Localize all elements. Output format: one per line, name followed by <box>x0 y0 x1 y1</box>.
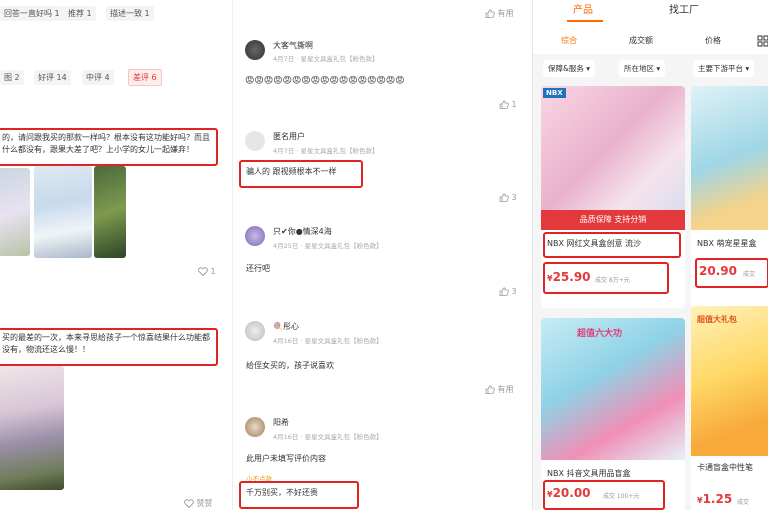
like-count: 1 <box>511 100 517 109</box>
product-title[interactable]: NBX 萌宠星星盒 <box>697 238 757 249</box>
tag-chip[interactable]: 描述一致 1 <box>106 6 154 21</box>
image-headline: 超值六大功 <box>577 329 623 339</box>
product-sold: 成交 <box>743 271 756 278</box>
image-headline: 超值大礼包 <box>697 315 737 324</box>
tag-chip[interactable]: 回答一直好吗 1 <box>0 6 64 21</box>
filter-platform[interactable]: 主要下游平台 ▾ <box>693 60 755 77</box>
thumbs-up-icon <box>485 9 495 18</box>
review-meta: 4月16日 · 星星文具盒礼包【粉色款】 <box>273 337 383 345</box>
like-button[interactable]: 赞赞 <box>184 498 213 509</box>
filter-chip-neutral[interactable]: 中评 4 <box>82 70 114 85</box>
thumbs-up-icon <box>499 193 509 202</box>
heart-icon <box>198 267 208 277</box>
product-price: 20.90 <box>699 264 737 278</box>
thumbs-up-icon <box>485 385 495 394</box>
tag-chip[interactable]: 推荐 1 <box>64 6 96 21</box>
like-button[interactable]: 有用 <box>485 8 514 19</box>
reviewer-name[interactable]: 匿名用户 <box>273 131 305 142</box>
left-review-panel: 回答一直好吗 1 推荐 1 描述一致 1 图 2 好评 14 中评 4 差评 6… <box>0 0 230 510</box>
like-count: 1 <box>210 267 216 276</box>
like-label: 有用 <box>497 9 514 18</box>
like-button[interactable]: 3 <box>499 287 517 296</box>
tab-find-factory[interactable]: 找工厂 <box>669 1 699 16</box>
avatar[interactable] <box>245 40 265 60</box>
review-text: 买的最差的一次，本来寻思给孩子一个惊喜结果什么功能都没有，物流还这么慢！！ <box>2 333 210 354</box>
review-photo[interactable] <box>0 366 64 490</box>
product-image[interactable] <box>541 318 685 460</box>
like-label: 赞赞 <box>196 499 213 508</box>
avatar[interactable] <box>245 226 265 246</box>
product-title[interactable]: 卡通盲盒中性笔 <box>697 462 753 473</box>
right-product-panel: 产品 找工厂 综合 成交额 价格 保障&服务 ▾ 所在地区 ▾ 主要下游平台 ▾… <box>532 0 768 510</box>
like-button[interactable]: 1 <box>198 267 216 277</box>
grid-view-icon[interactable] <box>757 32 768 51</box>
like-count: 3 <box>511 193 517 202</box>
product-title[interactable]: NBX 抖音文具用品盲盒 <box>547 468 631 479</box>
avatar[interactable] <box>245 417 265 437</box>
thumbs-up-icon <box>499 100 509 109</box>
reviewer-name[interactable]: 只✔你●情深4海 <box>273 226 332 237</box>
avatar[interactable] <box>245 131 265 151</box>
review-text: 的，请问跟我买的那款一样吗？根本没有这功能好吗？而且什么都没有，跟果大差了吧？上… <box>2 133 210 154</box>
product-sold: 成交 8万+元 <box>595 277 630 284</box>
review-text: 此用户未填写评价内容 <box>246 454 326 463</box>
reviewer-name[interactable]: 大客气撕啊 <box>273 40 313 51</box>
product-card[interactable]: 超值大礼包 卡通盲盒中性笔 ¥1.25 成交 <box>691 306 768 510</box>
review-text: 骗人的 跟视频根本不一样 <box>246 167 337 176</box>
product-card[interactable]: NBX 萌宠星星盒 20.90 成交 <box>691 86 768 308</box>
review-text: 千万别买，不好还贵 <box>246 488 318 497</box>
product-image[interactable] <box>541 86 685 230</box>
filter-chip-images[interactable]: 图 2 <box>0 70 24 85</box>
review-photo[interactable] <box>0 168 30 256</box>
heart-icon <box>184 499 194 509</box>
active-tab-indicator <box>567 20 603 22</box>
like-button[interactable]: 有用 <box>485 384 514 395</box>
product-price: 20.00 <box>552 486 591 500</box>
like-button[interactable]: 3 <box>499 193 517 202</box>
review-meta: 4月25日 · 星星文具盒礼包【粉色款】 <box>273 242 383 250</box>
tab-products[interactable]: 产品 <box>573 1 593 16</box>
reviewer-name[interactable]: 阳希 <box>273 417 289 428</box>
product-image[interactable] <box>691 86 768 230</box>
avatar[interactable] <box>245 321 265 341</box>
product-card[interactable]: 超值六大功 NBX 抖音文具用品盲盒 ¥20.00 成交 100+元 <box>541 318 685 510</box>
filter-chip-bad[interactable]: 差评 6 <box>128 69 162 86</box>
product-card[interactable]: NBX 品质保障 支持分销 NBX 网红文具盒创意 流沙 ¥25.90 成交 8… <box>541 86 685 308</box>
filter-region[interactable]: 所在地区 ▾ <box>619 60 666 77</box>
review-meta: 4月7日 · 星星文具盒礼包【粉色款】 <box>273 147 379 155</box>
product-image[interactable] <box>691 306 768 456</box>
thumbs-up-icon <box>499 287 509 296</box>
filter-chip-good[interactable]: 好评 14 <box>34 70 71 85</box>
review-text: 😡😡😡😡😡😡😡😡😡😡😡😡😡😡😡😡😡 <box>245 76 405 86</box>
promo-banner: 品质保障 支持分销 <box>541 210 685 230</box>
reviewer-name[interactable]: 🍭彤心 <box>273 321 299 332</box>
review-photo[interactable] <box>34 166 92 258</box>
review-photo[interactable] <box>94 166 126 258</box>
review-text: 给侄女买的，孩子说喜欢 <box>246 361 334 370</box>
sort-tab-volume[interactable]: 成交额 <box>629 35 653 46</box>
middle-review-panel: 有用 大客气撕啊 4月7日 · 星星文具盒礼包【粉色款】 😡😡😡😡😡😡😡😡😡😡😡… <box>232 0 529 510</box>
product-price: 25.90 <box>552 270 591 284</box>
review-meta: 4月16日 · 星星文具盒礼包【粉色款】 <box>273 433 383 441</box>
brand-badge: NBX <box>543 88 566 98</box>
like-count: 3 <box>511 287 517 296</box>
product-sold: 成交 <box>737 499 750 506</box>
sort-tab-comprehensive[interactable]: 综合 <box>561 35 577 46</box>
like-button[interactable]: 1 <box>499 100 517 109</box>
sort-tab-price[interactable]: 价格 <box>705 35 721 46</box>
review-meta: 4月7日 · 星星文具盒礼包【粉色款】 <box>273 55 379 63</box>
filter-guarantee[interactable]: 保障&服务 ▾ <box>543 60 595 77</box>
like-label: 有用 <box>497 385 514 394</box>
product-sold: 成交 100+元 <box>603 493 640 500</box>
product-price: 1.25 <box>702 492 733 506</box>
review-text: 还行吧 <box>246 264 270 273</box>
product-title[interactable]: NBX 网红文具盒创意 流沙 <box>547 238 641 249</box>
